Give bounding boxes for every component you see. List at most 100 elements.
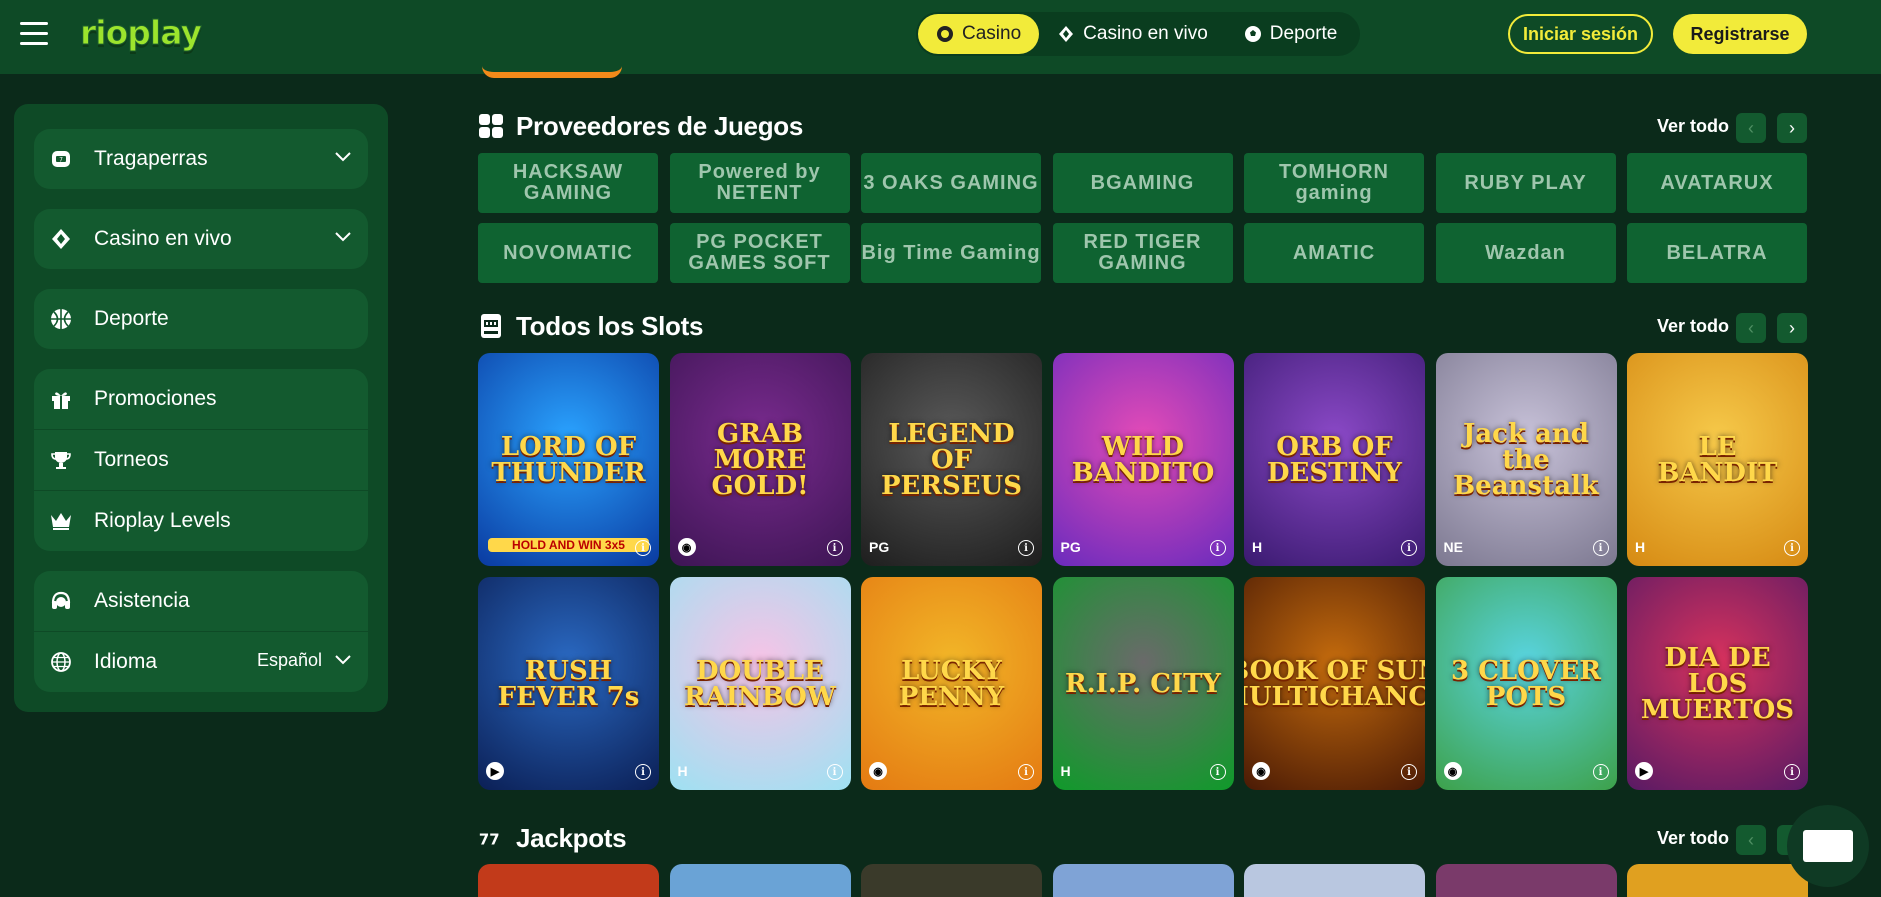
chevron-down-icon[interactable] (334, 227, 352, 248)
info-icon[interactable]: i (635, 540, 651, 556)
info-icon[interactable]: i (1209, 764, 1226, 780)
sidebar-item-label: Deporte (94, 307, 169, 330)
sidebar-item-asistencia[interactable]: Asistencia (34, 571, 368, 631)
top-header: rioplay Casino Casino en vivo Deporte In… (0, 0, 1881, 74)
game-tile[interactable]: RUSH FEVER 7s ▶ i (478, 577, 659, 790)
chevron-down-icon[interactable] (334, 650, 352, 671)
see-all-link[interactable]: Ver todo (1657, 116, 1729, 137)
prev-arrow-icon[interactable]: ‹ (1736, 113, 1766, 143)
jackpot-game-tile[interactable] (1244, 864, 1425, 897)
sidebar-group-support: Asistencia Idioma Español (34, 571, 368, 692)
info-icon[interactable]: i (1784, 764, 1800, 780)
info-icon[interactable]: i (1018, 764, 1034, 780)
game-subtitle: HOLD AND WIN 3x5 (488, 538, 649, 552)
next-arrow-icon[interactable]: › (1777, 313, 1807, 343)
sidebar-item-promociones[interactable]: Promociones (34, 369, 368, 429)
provider-logo[interactable]: AVATARUX (1627, 153, 1807, 213)
jackpot-game-tile[interactable] (669, 864, 851, 897)
provider-logo[interactable]: RED TIGER GAMING (1052, 223, 1233, 283)
sidebar-item-rioplay-levels[interactable]: Rioplay Levels (34, 491, 368, 551)
sidebar-item-label: Rioplay Levels (94, 509, 231, 532)
login-button[interactable]: Iniciar sesión (1508, 14, 1653, 54)
providers-section-header: Proveedores de Juegos (478, 106, 803, 146)
provider-logo[interactable]: RUBY PLAY (1435, 153, 1616, 213)
svg-text:77: 77 (479, 831, 500, 849)
provider-logo[interactable]: Powered by NETENT (669, 153, 850, 213)
next-arrow-icon[interactable]: › (1777, 113, 1807, 143)
info-icon[interactable]: i (1784, 540, 1800, 556)
site-logo[interactable]: rioplay (72, 12, 209, 56)
prev-arrow-icon[interactable]: ‹ (1736, 313, 1766, 343)
game-tile[interactable]: DOUBLE RAINBOW Hi (669, 577, 851, 790)
jackpot-game-tile[interactable] (1052, 864, 1234, 897)
info-icon[interactable]: i (635, 764, 651, 780)
slot-machine-icon (478, 313, 504, 339)
chat-icon (1803, 830, 1853, 862)
tab-casino-en-vivo-label: Casino en vivo (1083, 23, 1208, 44)
sidebar-item-torneos[interactable]: Torneos (34, 430, 368, 490)
tab-deporte-label: Deporte (1269, 23, 1338, 44)
game-title: DOUBLE RAINBOW (683, 655, 836, 712)
provider-logo[interactable]: NOVOMATIC (478, 223, 658, 283)
chevron-down-icon[interactable] (334, 147, 352, 168)
game-tile[interactable]: LORD OF THUNDER HOLD AND WIN 3x5 i (478, 353, 659, 566)
game-tile[interactable]: R.I.P. CITY Hi (1052, 577, 1234, 790)
provider-logo[interactable]: BGAMING (1052, 153, 1233, 213)
see-all-link[interactable]: Ver todo (1657, 316, 1729, 337)
game-title: BOOK OF SUN MULTICHANCE (1244, 655, 1425, 712)
trophy-icon (48, 447, 74, 473)
game-tile[interactable]: 3 CLOVER POTS ◉ i (1435, 577, 1617, 790)
tab-casino[interactable]: Casino (918, 14, 1040, 54)
provider-logo[interactable]: BELATRA (1627, 223, 1807, 283)
game-title: RUSH FEVER 7s (497, 655, 640, 712)
provider-logo[interactable]: PG POCKET GAMES SOFT (669, 223, 850, 283)
info-icon[interactable]: i (1401, 764, 1417, 780)
provider-logo[interactable]: 3 OAKS GAMING (861, 153, 1041, 213)
chat-widget-button[interactable] (1787, 805, 1869, 887)
game-tile[interactable]: LEGEND OF PERSEUS PG i (861, 353, 1042, 566)
sidebar-group-deporte: Deporte (34, 289, 368, 349)
sidebar-item-idioma[interactable]: Idioma Español (34, 632, 368, 692)
scrolled-banner-button[interactable] (482, 62, 622, 78)
provider-badge-icon: ◉ (1252, 762, 1270, 780)
jackpot-game-tile[interactable] (478, 864, 659, 897)
provider-logo[interactable]: TOMHORN gaming (1244, 153, 1424, 213)
provider-logo[interactable]: Big Time Gaming (861, 223, 1041, 283)
game-tile[interactable]: DIA DE LOS MUERTOS ▶ i (1627, 577, 1808, 790)
provider-badge-icon: ▶ (1635, 762, 1653, 780)
jackpot-game-tile[interactable] (1435, 864, 1617, 897)
info-icon[interactable]: i (1401, 540, 1417, 556)
game-tile[interactable]: BOOK OF SUN MULTICHANCE ◉ i (1244, 577, 1425, 790)
provider-logo[interactable]: Wazdan (1435, 223, 1616, 283)
provider-logo[interactable]: AMATIC (1244, 223, 1424, 283)
game-tile[interactable]: WILD BANDITO PG i (1052, 353, 1234, 566)
game-tile[interactable]: LE BANDIT Hi (1627, 353, 1808, 566)
sidebar-item-tragaperras[interactable]: 7 Tragaperras (34, 129, 368, 189)
provider-logo[interactable]: HACKSAW GAMING (478, 153, 658, 213)
prev-arrow-icon[interactable]: ‹ (1736, 825, 1766, 855)
game-tile[interactable]: LUCKY PENNY ◉ i (861, 577, 1042, 790)
register-button[interactable]: Registrarse (1673, 14, 1807, 54)
tab-deporte[interactable]: Deporte (1226, 14, 1356, 54)
jackpot-game-tile[interactable] (1627, 864, 1808, 897)
info-icon[interactable]: i (1209, 540, 1226, 556)
game-tile[interactable]: GRAB MORE GOLD! ◉ i (669, 353, 851, 566)
game-tile[interactable]: ORB OF DESTINY Hi (1244, 353, 1425, 566)
tab-casino-en-vivo[interactable]: Casino en vivo (1039, 14, 1226, 54)
menu-icon[interactable] (20, 22, 48, 46)
diamond-card-icon (48, 226, 74, 252)
sidebar-item-casino-en-vivo[interactable]: Casino en vivo (34, 209, 368, 269)
sidebar-item-label: Torneos (94, 448, 169, 471)
info-icon[interactable]: i (1018, 540, 1034, 556)
sidebar-item-label: Asistencia (94, 589, 190, 612)
info-icon[interactable]: i (1592, 764, 1609, 780)
info-icon[interactable]: i (826, 540, 843, 556)
info-icon[interactable]: i (826, 764, 843, 780)
provider-badge-icon: H (1635, 539, 1646, 555)
sidebar-group-tragaperras: 7 Tragaperras (34, 129, 368, 189)
sidebar-item-deporte[interactable]: Deporte (34, 289, 368, 349)
info-icon[interactable]: i (1592, 540, 1609, 556)
jackpot-game-tile[interactable] (861, 864, 1042, 897)
game-tile[interactable]: Jack and the Beanstalk NE i (1435, 353, 1617, 566)
see-all-link[interactable]: Ver todo (1657, 828, 1729, 849)
